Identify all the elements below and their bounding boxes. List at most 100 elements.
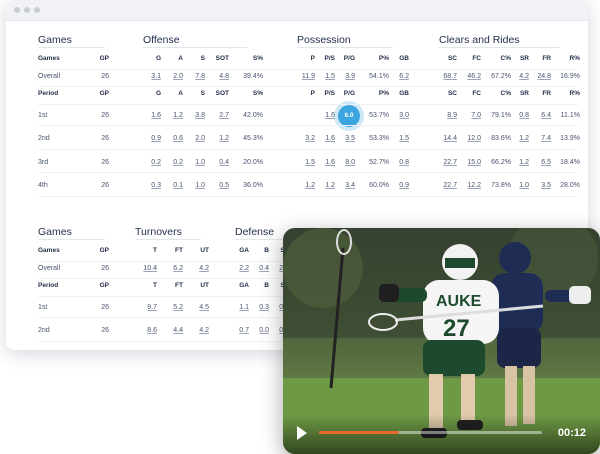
table-cell[interactable]: 0.3 bbox=[253, 304, 269, 311]
video-progress bbox=[319, 431, 400, 434]
table-cell[interactable]: 4.8 bbox=[209, 73, 229, 80]
column-header: FT bbox=[175, 282, 183, 289]
table-cell[interactable]: 3.1 bbox=[143, 73, 161, 80]
section-rule bbox=[38, 47, 105, 48]
table-cell[interactable]: 4.5 bbox=[187, 304, 209, 311]
table-cell[interactable]: 3.5 bbox=[533, 182, 551, 189]
table-cell[interactable]: 2.7 bbox=[209, 112, 229, 119]
table-cell[interactable]: 1.6 bbox=[319, 112, 335, 119]
table-cell[interactable]: 7.0 bbox=[461, 112, 481, 119]
table-cell[interactable]: 1.6 bbox=[143, 112, 161, 119]
table-cell[interactable]: 6.2 bbox=[161, 265, 183, 272]
table-cell[interactable]: 4.2 bbox=[187, 265, 209, 272]
section-rule bbox=[297, 47, 393, 48]
table-cell[interactable]: 1.0 bbox=[515, 182, 529, 189]
window-dot-zoom[interactable] bbox=[34, 7, 40, 13]
table-cell[interactable]: 12.2 bbox=[461, 182, 481, 189]
table-cell[interactable]: 3.2 bbox=[297, 135, 315, 142]
table-cell[interactable]: 14.4 bbox=[439, 135, 457, 142]
table-cell[interactable]: 3.8 bbox=[187, 112, 205, 119]
table-cell: 4th bbox=[38, 182, 48, 189]
section-title-clears-and-rides: Clears and Rides bbox=[439, 34, 520, 46]
table-cell: 26 bbox=[101, 264, 109, 272]
table-cell[interactable]: 6.4 bbox=[533, 112, 551, 119]
table-cell[interactable]: 0.4 bbox=[253, 265, 269, 272]
table-cell[interactable]: 4.4 bbox=[161, 327, 183, 334]
table-cell[interactable]: 0.9 bbox=[393, 182, 409, 189]
table-cell[interactable]: 12.0 bbox=[461, 135, 481, 142]
table-cell[interactable]: 0.2 bbox=[143, 159, 161, 166]
table-cell[interactable]: 1.0 bbox=[187, 182, 205, 189]
table-cell[interactable]: 1.6 bbox=[319, 135, 335, 142]
table-cell[interactable]: 4.2 bbox=[187, 327, 209, 334]
table-cell[interactable]: 7.4 bbox=[533, 135, 551, 142]
table-cell[interactable]: 0.8 bbox=[515, 112, 529, 119]
table-cell[interactable]: 68.7 bbox=[439, 73, 457, 80]
table-cell[interactable]: 1.5 bbox=[319, 73, 335, 80]
table-cell[interactable]: 1.0 bbox=[187, 159, 205, 166]
table-cell: 42.0% bbox=[243, 111, 263, 119]
table-cell[interactable]: 2.0 bbox=[165, 73, 183, 80]
table-cell[interactable]: 1.2 bbox=[209, 135, 229, 142]
table-cell: 11.1% bbox=[560, 111, 580, 119]
table-cell[interactable]: 1.6 bbox=[319, 159, 335, 166]
table-cell[interactable]: 3.9 bbox=[339, 73, 355, 80]
video-player[interactable]: AUKE 27 00:12 bbox=[283, 228, 600, 454]
table-cell[interactable]: 8.0 bbox=[339, 159, 355, 166]
column-header: FC bbox=[472, 90, 481, 97]
table-cell[interactable]: 0.2 bbox=[165, 159, 183, 166]
table-cell[interactable]: 2.2 bbox=[235, 265, 249, 272]
window-dot-close[interactable] bbox=[14, 7, 20, 13]
column-header: P/G bbox=[343, 90, 355, 97]
table-cell[interactable]: 7.8 bbox=[187, 73, 205, 80]
table-cell[interactable]: 6.2 bbox=[393, 73, 409, 80]
table-cell[interactable]: 1.2 bbox=[515, 159, 529, 166]
column-header: UT bbox=[200, 247, 209, 254]
window-dot-minimize[interactable] bbox=[24, 7, 30, 13]
table-cell[interactable]: 24.8 bbox=[533, 73, 551, 80]
table-cell[interactable]: 0.7 bbox=[235, 327, 249, 334]
table-cell[interactable]: 9.7 bbox=[135, 304, 157, 311]
table-cell: 45.3% bbox=[243, 135, 263, 142]
highlighted-stat-cell[interactable]: 6.0 bbox=[338, 104, 360, 127]
table-cell: 26 bbox=[101, 72, 109, 80]
column-header: T bbox=[153, 247, 157, 254]
table-cell[interactable]: 46.2 bbox=[461, 73, 481, 80]
table-cell[interactable]: 8.6 bbox=[135, 327, 157, 334]
table-cell[interactable]: 0.3 bbox=[143, 182, 161, 189]
table-cell[interactable]: 0.9 bbox=[143, 135, 161, 142]
table-cell[interactable]: 5.2 bbox=[161, 304, 183, 311]
table-cell[interactable]: 2.0 bbox=[187, 135, 205, 142]
table-cell[interactable]: 1.1 bbox=[235, 304, 249, 311]
table-cell[interactable]: 1.2 bbox=[165, 112, 183, 119]
column-header: SC bbox=[447, 90, 457, 97]
table-cell[interactable]: 15.0 bbox=[461, 159, 481, 166]
table-cell[interactable]: 0.1 bbox=[165, 182, 183, 189]
table-cell[interactable]: 3.0 bbox=[393, 112, 409, 119]
table-cell[interactable]: 4.2 bbox=[515, 73, 529, 80]
table-cell: 20.0% bbox=[243, 158, 263, 166]
table-cell[interactable]: 6.5 bbox=[533, 159, 551, 166]
play-icon[interactable] bbox=[297, 426, 307, 440]
table-cell: 1st bbox=[38, 111, 48, 119]
table-cell[interactable]: 0.4 bbox=[209, 159, 229, 166]
table-cell[interactable]: 1.2 bbox=[297, 182, 315, 189]
table-cell[interactable]: 8.9 bbox=[439, 112, 457, 119]
table-cell[interactable]: 0.5 bbox=[209, 182, 229, 189]
table-cell[interactable]: 3.5 bbox=[339, 135, 355, 142]
table-cell[interactable]: 3.4 bbox=[339, 182, 355, 189]
table-cell[interactable]: 1.5 bbox=[297, 159, 315, 166]
table-cell[interactable]: 1.5 bbox=[393, 135, 409, 142]
table-cell[interactable]: 1.2 bbox=[515, 135, 529, 142]
table-cell[interactable]: 22.7 bbox=[439, 182, 457, 189]
table-cell[interactable]: 0.8 bbox=[393, 159, 409, 166]
table-cell: 13.9% bbox=[560, 135, 580, 142]
video-scrubber[interactable] bbox=[319, 431, 542, 434]
table-cell[interactable]: 10.4 bbox=[135, 265, 157, 272]
table-cell[interactable]: 22.7 bbox=[439, 159, 457, 166]
table-cell[interactable]: 11.9 bbox=[297, 73, 315, 80]
table-cell[interactable]: 1.2 bbox=[319, 182, 335, 189]
table-cell[interactable]: 0.6 bbox=[165, 135, 183, 142]
table-cell[interactable]: 0.0 bbox=[253, 327, 269, 334]
column-header: S% bbox=[252, 55, 263, 62]
